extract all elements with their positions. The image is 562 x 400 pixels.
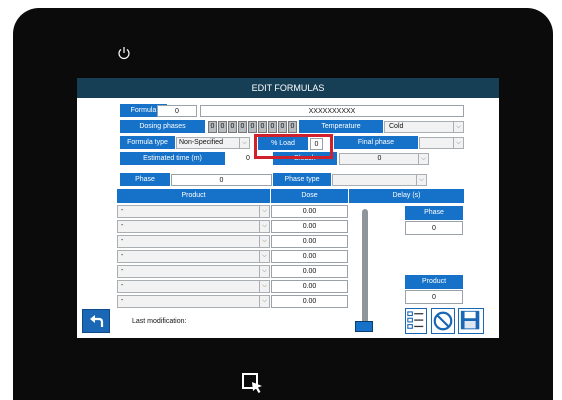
dosing-digit[interactable]: 0	[208, 121, 217, 133]
chevron-down-icon: ⌵	[259, 281, 269, 292]
product-value: -	[121, 282, 124, 289]
dose-field[interactable]: 0.00	[271, 295, 348, 308]
chevron-down-icon: ⌵	[259, 221, 269, 232]
temperature-label: Temperature	[299, 120, 383, 133]
temperature-value: Cold	[389, 123, 404, 130]
delay-column-header: Delay (s)	[349, 189, 464, 203]
dose-field[interactable]: 0.00	[271, 205, 348, 218]
dosing-digit[interactable]: 0	[278, 121, 287, 133]
product-column-header: Product	[117, 189, 270, 203]
product-value: -	[121, 237, 124, 244]
side-phase-field[interactable]: 0	[405, 221, 463, 235]
chevron-down-icon: ⌵	[259, 236, 269, 247]
phase-label: Phase	[120, 173, 170, 186]
product-value: -	[121, 252, 124, 259]
product-value: -	[121, 207, 124, 214]
chevron-down-icon: ⌵	[416, 175, 426, 185]
phase-type-label: Phase type	[273, 173, 331, 186]
bleach-value: 0	[377, 155, 382, 162]
temperature-dropdown[interactable]: Cold ⌵	[384, 121, 464, 133]
save-icon	[460, 310, 480, 330]
dosing-digit[interactable]: 0	[248, 121, 257, 133]
product-value: -	[121, 297, 124, 304]
bleach-dropdown[interactable]: 0 ⌵	[339, 153, 429, 165]
phase-type-dropdown[interactable]: ⌵	[332, 174, 427, 186]
product-dropdown[interactable]: - ⌵	[117, 295, 270, 308]
estimated-time-label: Estimated time (m)	[120, 152, 225, 165]
load-highlight-frame	[254, 134, 333, 159]
dose-column-header: Dose	[271, 189, 348, 203]
dosing-digit[interactable]: 0	[258, 121, 267, 133]
dose-field[interactable]: 0.00	[271, 220, 348, 233]
final-phase-dropdown[interactable]: ⌵	[419, 137, 464, 149]
delay-slider-track[interactable]	[362, 209, 368, 329]
dosing-digit[interactable]: 0	[268, 121, 277, 133]
back-button[interactable]	[82, 309, 110, 333]
formula-number-field[interactable]: 0	[157, 105, 197, 117]
chevron-down-icon: ⌵	[453, 122, 463, 132]
dose-field[interactable]: 0.00	[271, 235, 348, 248]
product-dropdown[interactable]: - ⌵	[117, 265, 270, 278]
dosing-phases-label: Dosing phases	[120, 120, 205, 133]
list-button[interactable]	[405, 308, 427, 334]
hmi-screen: EDIT FORMULAS Formula 0 XXXXXXXXXX Dosin…	[77, 78, 499, 338]
dosing-digit[interactable]: 0	[288, 121, 297, 133]
chevron-down-icon: ⌵	[259, 251, 269, 262]
dose-field[interactable]: 0.00	[271, 265, 348, 278]
chevron-down-icon: ⌵	[259, 296, 269, 307]
chevron-down-icon: ⌵	[453, 138, 463, 148]
product-dropdown[interactable]: - ⌵	[117, 220, 270, 233]
list-icon	[407, 311, 424, 329]
title-bar: EDIT FORMULAS	[77, 78, 499, 98]
product-dropdown[interactable]: - ⌵	[117, 205, 270, 218]
side-product-field[interactable]: 0	[405, 290, 463, 304]
dosing-digit[interactable]: 0	[228, 121, 237, 133]
phase-field[interactable]: 0	[171, 174, 272, 186]
chevron-down-icon: ⌵	[259, 206, 269, 217]
formula-type-label: Formula type	[120, 136, 175, 149]
chevron-down-icon: ⌵	[259, 266, 269, 277]
formula-type-value: Non-Specified	[179, 139, 223, 146]
final-phase-label: Final phase	[334, 136, 418, 149]
screen-touch-icon[interactable]	[241, 372, 265, 394]
product-dropdown[interactable]: - ⌵	[117, 280, 270, 293]
last-modification-label: Last modification:	[132, 318, 187, 325]
side-product-label: Product	[405, 275, 463, 289]
formula-name-field[interactable]: XXXXXXXXXX	[200, 105, 464, 117]
dose-field[interactable]: 0.00	[271, 280, 348, 293]
product-value: -	[121, 267, 124, 274]
dosing-digit[interactable]: 0	[218, 121, 227, 133]
back-arrow-icon	[90, 315, 104, 327]
dose-field[interactable]: 0.00	[271, 250, 348, 263]
product-dropdown[interactable]: - ⌵	[117, 250, 270, 263]
side-phase-label: Phase	[405, 206, 463, 220]
power-icon[interactable]	[117, 46, 131, 60]
save-button[interactable]	[458, 308, 484, 334]
formula-type-dropdown[interactable]: Non-Specified ⌵	[176, 137, 250, 149]
delay-slider-handle[interactable]	[355, 321, 373, 332]
cancel-button[interactable]	[431, 308, 455, 334]
product-dropdown[interactable]: - ⌵	[117, 235, 270, 248]
product-value: -	[121, 222, 124, 229]
cancel-icon	[433, 311, 453, 331]
dosing-digit[interactable]: 0	[238, 121, 247, 133]
chevron-down-icon: ⌵	[239, 138, 249, 148]
chevron-down-icon: ⌵	[418, 154, 428, 164]
